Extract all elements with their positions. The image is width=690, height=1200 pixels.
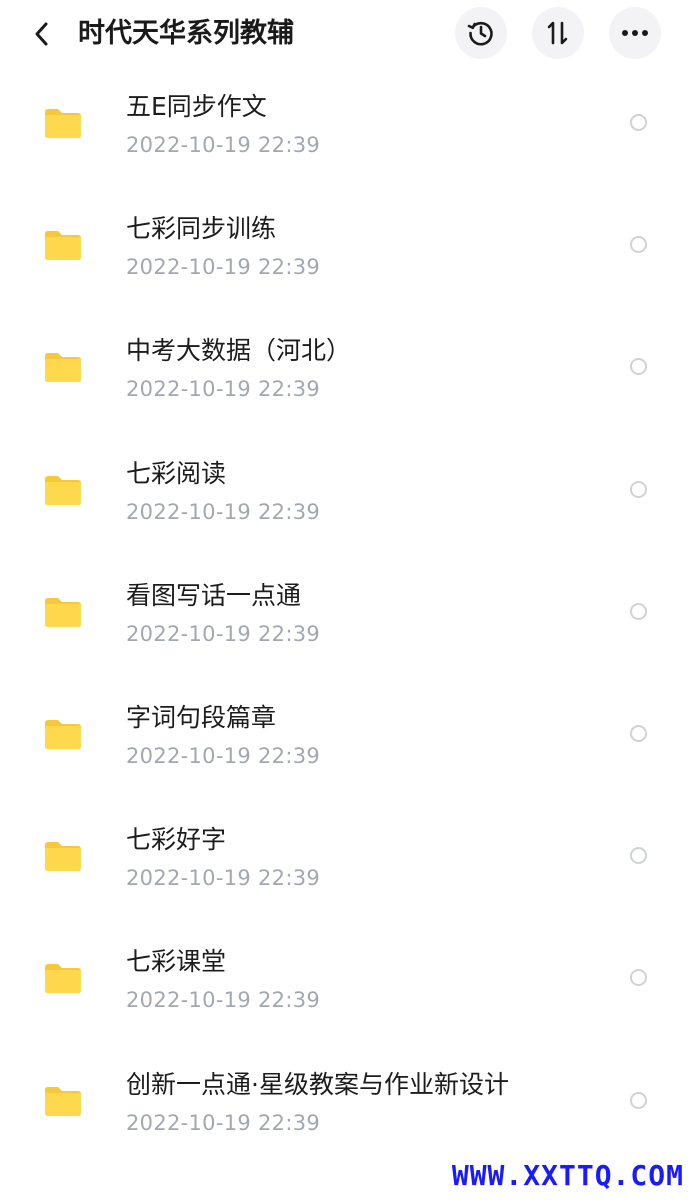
file-date: 2022-10-19 22:39 [126,1110,321,1135]
history-clock-icon [467,21,493,46]
back-button[interactable] [24,14,60,54]
select-radio[interactable] [630,1091,647,1109]
list-item[interactable]: 中考大数据（河北） 2022-10-19 22:39 [0,306,690,428]
file-date: 2022-10-19 22:39 [126,743,321,768]
file-date: 2022-10-19 22:39 [126,377,321,402]
sort-arrows-icon [547,21,568,45]
watermark: WWW.XXTTQ.COM [451,1159,684,1192]
chevron-left-icon [35,22,48,46]
list-item[interactable]: 五E同步作文 2022-10-19 22:39 [0,62,690,184]
select-radio[interactable] [630,724,647,742]
select-radio[interactable] [630,236,647,254]
folder-icon [45,964,81,994]
list-item[interactable]: 七彩课堂 2022-10-19 22:39 [0,917,690,1039]
history-button[interactable] [455,7,507,59]
folder-icon [45,109,81,138]
file-date: 2022-10-19 22:39 [126,133,321,157]
top-bar: 时代天华系列教辅 [0,0,690,68]
file-name: 字词句段篇章 [126,702,277,732]
select-radio[interactable] [630,969,647,987]
file-name: 中考大数据（河北） [126,336,352,366]
page-title: 时代天华系列教辅 [78,18,294,49]
more-dots-icon [622,30,648,36]
file-name: 创新一点通·星级教案与作业新设计 [126,1069,509,1099]
file-name: 看图写话一点通 [126,580,302,610]
more-button[interactable] [609,7,661,59]
file-date: 2022-10-19 22:39 [126,255,321,280]
folder-icon [45,842,81,872]
select-radio[interactable] [630,114,647,131]
list-item[interactable]: 七彩好字 2022-10-19 22:39 [0,795,690,917]
select-radio[interactable] [630,358,647,376]
list-item[interactable]: 看图写话一点通 2022-10-19 22:39 [0,551,690,673]
folder-icon [45,475,81,505]
select-radio[interactable] [630,847,647,865]
file-name: 七彩好字 [126,825,227,855]
file-name: 七彩阅读 [126,458,227,488]
file-date: 2022-10-19 22:39 [126,988,321,1013]
list-item[interactable]: 七彩阅读 2022-10-19 22:39 [0,429,690,551]
folder-icon [45,719,81,749]
file-list: 五E同步作文 2022-10-19 22:39 七彩同步训练 2022-10-1… [0,62,690,1162]
list-item[interactable]: 字词句段篇章 2022-10-19 22:39 [0,673,690,795]
file-date: 2022-10-19 22:39 [126,621,321,646]
list-item[interactable]: 创新一点通·星级教案与作业新设计 2022-10-19 22:39 [0,1040,690,1162]
file-date: 2022-10-19 22:39 [126,499,321,524]
folder-icon [45,1086,81,1116]
file-name: 五E同步作文 [126,92,267,121]
folder-icon [45,597,81,627]
file-name: 七彩课堂 [126,947,227,977]
folder-icon [45,353,81,383]
list-item[interactable]: 七彩同步训练 2022-10-19 22:39 [0,184,690,306]
file-date: 2022-10-19 22:39 [126,866,321,891]
folder-icon [45,231,81,261]
sort-button[interactable] [532,7,584,59]
file-name: 七彩同步训练 [126,214,277,244]
select-radio[interactable] [630,480,647,498]
select-radio[interactable] [630,602,647,620]
